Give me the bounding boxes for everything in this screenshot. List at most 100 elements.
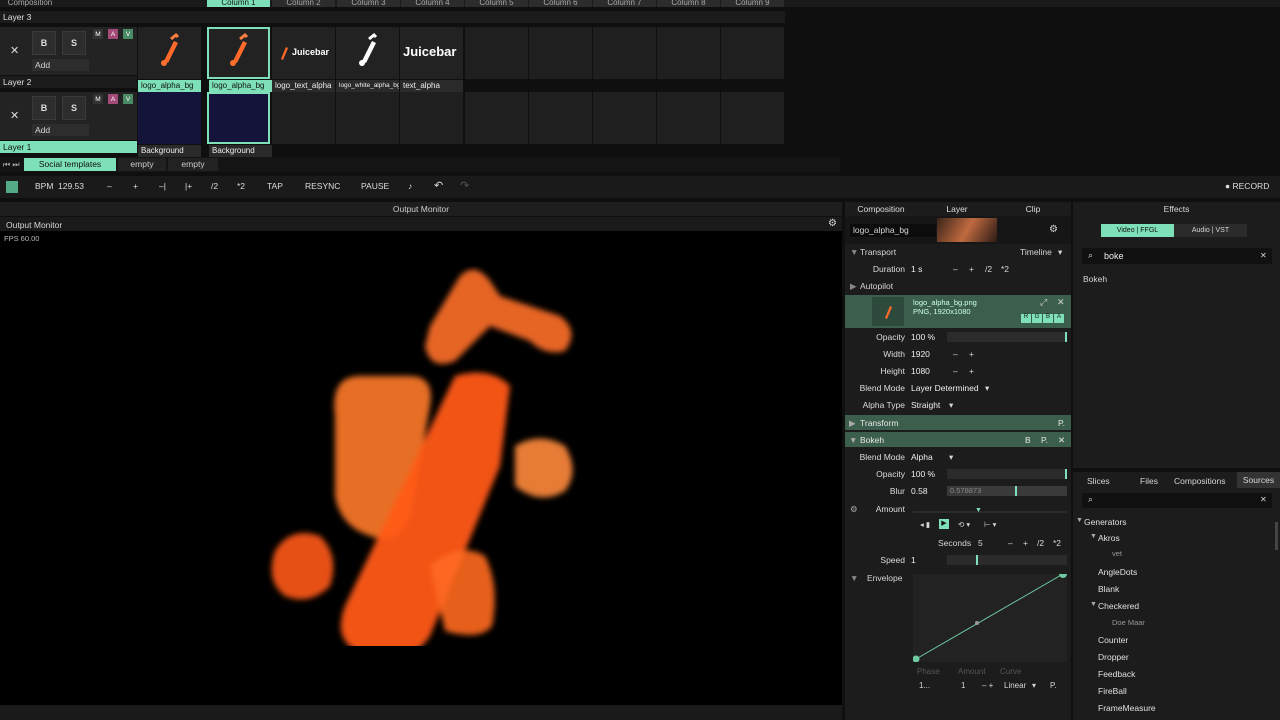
empty-clip-slot[interactable] bbox=[657, 92, 720, 144]
plus-button[interactable]: + bbox=[969, 349, 974, 359]
clip-logo-alpha-bg-1[interactable]: logo_alpha_bg bbox=[138, 27, 201, 92]
close-icon[interactable]: ✕ bbox=[1058, 435, 1065, 446]
amount-value[interactable]: 1 bbox=[961, 681, 965, 690]
layer-3-bar[interactable]: Layer 3 bbox=[0, 11, 785, 23]
bokeh-param-button[interactable]: P. bbox=[1041, 435, 1048, 445]
clip-text-alpha[interactable]: Juicebar text_alpha bbox=[400, 27, 463, 92]
beat-mode-icon[interactable]: ⊢ ▾ bbox=[984, 520, 996, 529]
bokeh-opacity-value[interactable]: 100 % bbox=[911, 469, 935, 479]
transport-section-header[interactable]: ▼ Transport Timeline ▾ bbox=[845, 244, 1071, 260]
layer-1-bar[interactable]: Layer 1 bbox=[0, 141, 137, 153]
column-header-7[interactable]: Column 7 bbox=[593, 0, 656, 7]
bokeh-bypass-button[interactable]: B bbox=[1025, 435, 1031, 445]
empty-clip-slot[interactable] bbox=[721, 27, 784, 79]
loop-mode-icon[interactable]: ⟲ ▾ bbox=[958, 520, 970, 529]
g-toggle[interactable]: G bbox=[1032, 314, 1042, 323]
layer-2-add-button[interactable]: Add bbox=[32, 59, 89, 71]
duration-value[interactable]: 1 s bbox=[911, 264, 922, 274]
minus-button[interactable]: – bbox=[953, 264, 958, 274]
empty-clip-slot[interactable] bbox=[657, 27, 720, 79]
effects-search-input[interactable]: boke bbox=[1104, 251, 1124, 261]
r-toggle[interactable]: R bbox=[1021, 314, 1031, 323]
b-toggle[interactable]: B bbox=[1043, 314, 1053, 323]
tab-audio-vst[interactable]: Audio | VST bbox=[1174, 224, 1247, 237]
source-blank[interactable]: Blank bbox=[1098, 584, 1119, 594]
source-angledots[interactable]: AngleDots bbox=[1098, 567, 1137, 577]
column-header-6[interactable]: Column 6 bbox=[529, 0, 592, 7]
column-header-2[interactable]: Column 2 bbox=[272, 0, 335, 7]
sources-scrollbar[interactable] bbox=[1275, 522, 1278, 550]
bpm-minus-button[interactable]: – bbox=[107, 181, 112, 191]
source-checkered[interactable]: Checkered bbox=[1098, 601, 1139, 611]
bpm-double-button[interactable]: *2 bbox=[237, 181, 245, 191]
layer-1-add-button[interactable]: Add bbox=[32, 124, 89, 136]
sources-search-field[interactable]: ⌕ ✕ bbox=[1082, 493, 1272, 508]
source-counter[interactable]: Counter bbox=[1098, 635, 1128, 645]
empty-clip-slot[interactable] bbox=[336, 92, 399, 144]
layer-2-bypass-button[interactable]: B bbox=[32, 31, 56, 55]
tap-button[interactable]: TAP bbox=[267, 181, 283, 191]
source-doe-maar[interactable]: Doe Maar bbox=[1112, 618, 1145, 627]
column-header-5[interactable]: Column 5 bbox=[465, 0, 528, 7]
opacity-slider[interactable] bbox=[947, 332, 1067, 342]
tab-video-ffgl[interactable]: Video | FFGL bbox=[1101, 224, 1174, 237]
column-header-8[interactable]: Column 8 bbox=[657, 0, 720, 7]
layer-2-m-toggle[interactable]: M bbox=[93, 29, 103, 39]
close-icon[interactable]: ✕ bbox=[1260, 251, 1267, 260]
blur-slider[interactable]: 0.578873 bbox=[947, 486, 1067, 496]
empty-clip-slot[interactable] bbox=[593, 27, 656, 79]
opacity-value[interactable]: 100 % bbox=[911, 332, 935, 342]
close-icon[interactable]: ✕ bbox=[1057, 297, 1065, 308]
expand-icon[interactable]: ⤢ bbox=[1040, 297, 1047, 308]
bpm-plus-button[interactable]: + bbox=[133, 181, 138, 191]
clip-logo-white-alpha-bg[interactable]: logo_white_alpha_bg bbox=[336, 27, 399, 92]
tab-layer[interactable]: Layer bbox=[921, 202, 993, 216]
tab-clip[interactable]: Clip bbox=[997, 202, 1069, 216]
layer-1-clear-button[interactable]: ✕ bbox=[10, 109, 19, 122]
layer-2-a-toggle[interactable]: A bbox=[108, 29, 118, 39]
bokeh-blend-dropdown[interactable]: Alpha bbox=[911, 452, 933, 462]
empty-clip-slot[interactable] bbox=[465, 92, 528, 144]
speed-slider[interactable] bbox=[947, 555, 1067, 565]
composition-label[interactable]: Composition bbox=[0, 0, 60, 7]
metronome-icon[interactable]: ♪ bbox=[408, 181, 412, 191]
bokeh-opacity-slider[interactable] bbox=[947, 469, 1067, 479]
column-header-9[interactable]: Column 9 bbox=[721, 0, 784, 7]
empty-clip-slot[interactable] bbox=[529, 27, 592, 79]
play-forward-icon[interactable]: ▶ bbox=[939, 519, 949, 529]
deck-prev-icon[interactable]: ⏮ ⏭ bbox=[3, 160, 20, 170]
phase-value[interactable]: 1... bbox=[919, 681, 930, 690]
metronome-square-icon[interactable] bbox=[6, 181, 18, 193]
curve-stepper[interactable]: – + bbox=[982, 681, 993, 690]
column-header-4[interactable]: Column 4 bbox=[401, 0, 464, 7]
gear-icon[interactable]: ⚙ bbox=[828, 218, 837, 229]
pause-button[interactable]: PAUSE bbox=[361, 181, 389, 191]
clip-background-2[interactable]: Background bbox=[207, 92, 272, 157]
half-button[interactable]: /2 bbox=[1037, 538, 1044, 548]
resync-button[interactable]: RESYNC bbox=[305, 181, 340, 191]
gear-icon[interactable]: ⚙ bbox=[1049, 224, 1058, 235]
layer-1-a-toggle[interactable]: A bbox=[108, 94, 118, 104]
transform-section-header[interactable]: ▶ Transform P. bbox=[845, 415, 1071, 430]
empty-clip-slot[interactable] bbox=[529, 92, 592, 144]
autopilot-section-header[interactable]: ▶ Autopilot bbox=[845, 278, 1071, 294]
seconds-value[interactable]: 5 bbox=[978, 538, 983, 548]
deck-empty-2[interactable]: empty bbox=[168, 158, 218, 171]
width-value[interactable]: 1920 bbox=[911, 349, 930, 359]
height-value[interactable]: 1080 bbox=[911, 366, 930, 376]
plus-button[interactable]: + bbox=[969, 264, 974, 274]
empty-clip-slot[interactable] bbox=[721, 92, 784, 144]
clip-name-field[interactable]: logo_alpha_bg bbox=[850, 224, 936, 237]
tab-files[interactable]: Files bbox=[1140, 476, 1158, 486]
layer-1-solo-button[interactable]: S bbox=[62, 96, 86, 120]
tab-sources[interactable]: Sources bbox=[1237, 472, 1280, 488]
bpm-half-button[interactable]: /2 bbox=[211, 181, 218, 191]
double-button[interactable]: *2 bbox=[1053, 538, 1061, 548]
blend-mode-dropdown[interactable]: Layer Determined bbox=[911, 383, 979, 393]
alpha-type-dropdown[interactable]: Straight bbox=[911, 400, 940, 410]
source-fireball[interactable]: FireBall bbox=[1098, 686, 1127, 696]
tab-composition[interactable]: Composition bbox=[845, 202, 917, 216]
effect-result-bokeh[interactable]: Bokeh bbox=[1083, 274, 1107, 284]
envelope-curve-editor[interactable] bbox=[913, 574, 1067, 662]
close-icon[interactable]: ✕ bbox=[1260, 495, 1267, 504]
